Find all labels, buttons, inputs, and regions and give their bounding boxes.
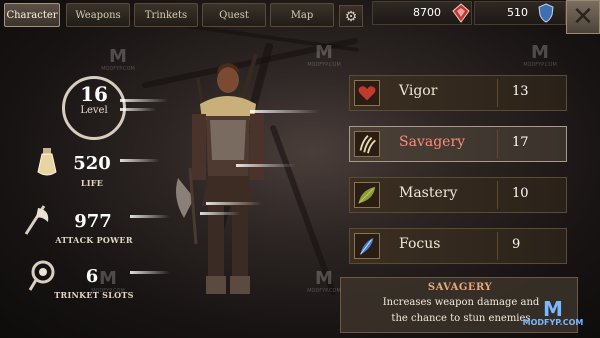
attr-row-focus[interactable]: Focus 9 (349, 228, 567, 264)
deco-dash (120, 159, 160, 162)
tab-map[interactable]: Map (270, 3, 334, 27)
attr-value: 9 (512, 237, 521, 252)
level-badge: 16 Level (62, 76, 126, 140)
attr-row-savagery[interactable]: Savagery 17 (349, 126, 567, 162)
attack-value: 977 (74, 211, 112, 232)
gold-value: 8700 (413, 6, 441, 19)
trinket-icon (28, 260, 55, 291)
divider (497, 79, 498, 107)
watermark: M MODFYP.COM (307, 42, 341, 69)
tab-character[interactable]: Character (4, 3, 60, 27)
attr-name: Focus (399, 236, 441, 252)
divider (497, 181, 498, 209)
divider (497, 232, 498, 260)
gem-value: 510 (507, 6, 528, 19)
level-label: Level (80, 105, 108, 116)
life-value: 520 (73, 153, 111, 174)
attr-name: Mastery (399, 185, 458, 201)
watermark: M MODFYP.COM (523, 42, 557, 69)
tab-quest[interactable]: Quest (202, 3, 266, 27)
divider (497, 130, 498, 158)
attr-row-mastery[interactable]: Mastery 10 (349, 177, 567, 213)
close-button[interactable]: ✕ (566, 0, 600, 34)
blue-feather-icon (354, 233, 380, 259)
deco-dash (130, 215, 170, 218)
attr-name: Vigor (399, 83, 438, 99)
deco-dash (200, 212, 240, 215)
tab-weapons[interactable]: Weapons (66, 3, 130, 27)
attack-label: ATTACK POWER (55, 235, 133, 245)
settings-button[interactable]: ⚙ (339, 5, 363, 27)
attr-value: 17 (512, 135, 529, 150)
watermark: M MODFYP.COM (91, 268, 125, 295)
tab-trinkets[interactable]: Trinkets (134, 3, 198, 27)
attr-value: 10 (512, 186, 529, 201)
attr-value: 13 (512, 84, 529, 99)
deco-dash (120, 108, 156, 111)
claw-icon (354, 131, 380, 157)
leaf-blade-icon (354, 182, 380, 208)
gear-icon: ⚙ (344, 9, 358, 25)
corner-watermark: M MODFYP.COM (508, 297, 598, 327)
corner-watermark-text: MODFYP.COM (522, 318, 584, 327)
corner-watermark-letter: M (543, 297, 563, 321)
deco-dash (250, 110, 320, 113)
close-x-icon: ✕ (572, 2, 594, 32)
life-label: LIFE (80, 178, 104, 188)
attr-name: Savagery (399, 134, 466, 150)
gold-counter: 8700 (372, 1, 472, 25)
heart-rune-icon (354, 80, 380, 106)
info-title: SAVAGERY (427, 282, 493, 293)
potion-flask-icon (37, 148, 57, 176)
level-value: 16 (80, 82, 108, 106)
red-gem-icon (452, 3, 470, 23)
deco-dash (236, 164, 296, 167)
watermark: M MODFYP.COM (101, 46, 135, 73)
gem-counter: 510 (474, 1, 566, 25)
hero-character (176, 53, 264, 294)
watermark: M MODFYP.COM (307, 268, 341, 295)
attr-row-vigor[interactable]: Vigor 13 (349, 75, 567, 111)
axe-icon (24, 205, 49, 235)
deco-dash (206, 202, 262, 205)
deco-dash (120, 99, 168, 102)
blue-shield-gem-icon (538, 3, 554, 23)
